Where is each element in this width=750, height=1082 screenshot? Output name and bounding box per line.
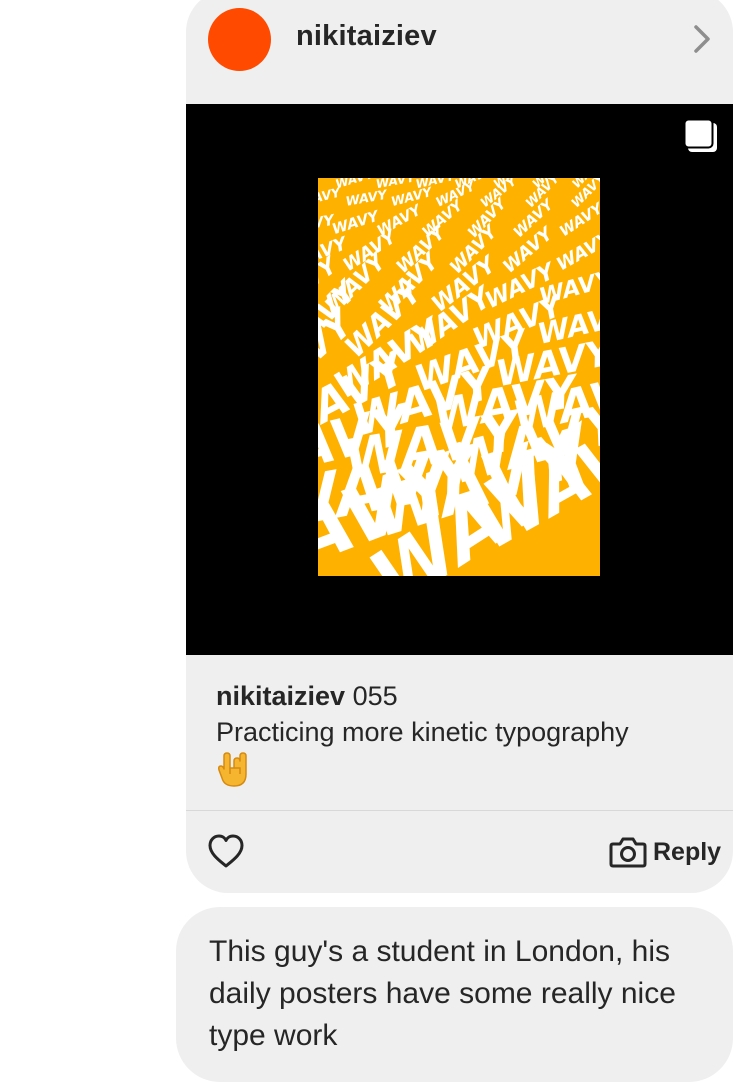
wavy-poster-image: WAVY WAVY WAVY WAVY WAVY WAVY WAVY WAVY WAVY WAVY… <box>318 178 600 576</box>
poster-art: WAVY WAVY WAVYWAVY WAVY WAVY WAVY WAVY WAVY WAVY… <box>318 178 600 576</box>
divider <box>186 810 733 811</box>
rock-on-emoji <box>218 752 247 787</box>
chevron-right-icon[interactable] <box>686 22 716 56</box>
avatar[interactable] <box>208 8 271 71</box>
caption-line-1: nikitaiziev 055 <box>216 678 706 714</box>
caption-line-2: Practicing more kinetic typography <box>216 717 629 747</box>
post-caption: nikitaiziev 055 Practicing more kinetic … <box>216 678 706 788</box>
post-media[interactable]: WAVY WAVY WAVY WAVY WAVY WAVY WAVY WAVY WAVY WAVY… <box>186 104 733 655</box>
shared-post-card[interactable]: nikitaiziev WAVY WAVY WAVY WAVY WAVY WAVY WAVY… <box>186 0 733 893</box>
caption-number: 055 <box>352 681 398 711</box>
header-username[interactable]: nikitaiziev <box>296 20 437 53</box>
camera-icon <box>609 837 647 868</box>
message-text: This guy's a student in London, his dail… <box>209 935 676 1052</box>
carousel-icon <box>683 118 717 152</box>
reply-label: Reply <box>653 837 722 866</box>
post-header[interactable]: nikitaiziev <box>186 0 733 94</box>
message-bubble[interactable]: This guy's a student in London, his dail… <box>176 907 733 1082</box>
heart-icon[interactable] <box>206 832 246 872</box>
caption-username[interactable]: nikitaiziev <box>216 681 345 711</box>
reply-button[interactable]: Reply <box>609 832 721 872</box>
